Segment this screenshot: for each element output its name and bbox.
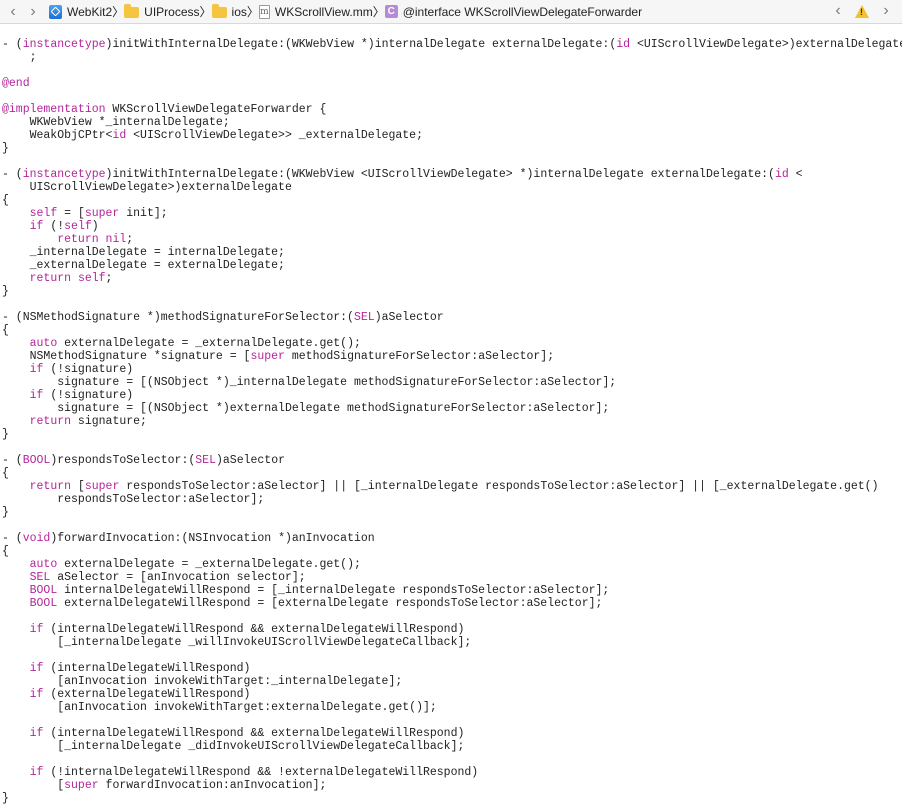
breadcrumb-label: UIProcess xyxy=(144,4,200,19)
code-line[interactable]: auto externalDelegate = _externalDelegat… xyxy=(0,337,902,350)
chevron-right-icon[interactable]: › xyxy=(23,1,43,23)
objc-file-icon: m xyxy=(258,4,270,19)
breadcrumb-label: @interface WKScrollViewDelegateForwarder xyxy=(402,4,643,19)
code-line[interactable]: } xyxy=(0,792,902,805)
xcode-project-icon xyxy=(49,4,62,19)
code-line[interactable]: ​ xyxy=(0,610,902,623)
code-line[interactable]: - (instancetype)initWithInternalDelegate… xyxy=(0,38,902,51)
code-line[interactable]: respondsToSelector:aSelector]; xyxy=(0,493,902,506)
breadcrumb-separator-icon: 〉 xyxy=(372,5,385,19)
code-line[interactable]: ​ xyxy=(0,155,902,168)
breadcrumb-separator-icon: 〉 xyxy=(199,5,212,19)
breadcrumb-separator-icon: 〉 xyxy=(246,5,259,19)
code-line[interactable]: if (externalDelegateWillRespond) xyxy=(0,688,902,701)
code-line[interactable]: BOOL internalDelegateWillRespond = [_int… xyxy=(0,584,902,597)
chevron-left-icon[interactable]: ‹ xyxy=(828,0,848,22)
code-line[interactable]: ​ xyxy=(0,298,902,311)
code-editor[interactable]: ​- (instancetype)initWithInternalDelegat… xyxy=(0,25,902,807)
code-line[interactable]: ​ xyxy=(0,90,902,103)
code-line[interactable]: if (internalDelegateWillRespond) xyxy=(0,662,902,675)
code-line[interactable]: UIScrollViewDelegate>)externalDelegate xyxy=(0,181,902,194)
breadcrumb-label: ios xyxy=(231,4,247,19)
code-line[interactable]: if (!internalDelegateWillRespond && !ext… xyxy=(0,766,902,779)
code-line[interactable]: NSMethodSignature *signature = [super me… xyxy=(0,350,902,363)
code-line[interactable]: ​ xyxy=(0,649,902,662)
breadcrumb-item[interactable]: C @interface WKScrollViewDelegateForwarde… xyxy=(384,1,643,23)
breadcrumb-item[interactable]: WebKit2 xyxy=(49,1,112,23)
code-line[interactable]: { xyxy=(0,545,902,558)
code-line[interactable]: - (void)forwardInvocation:(NSInvocation … xyxy=(0,532,902,545)
code-line[interactable]: { xyxy=(0,194,902,207)
code-line[interactable]: [anInvocation invokeWithTarget:externalD… xyxy=(0,701,902,714)
code-line[interactable]: @implementation WKScrollViewDelegateForw… xyxy=(0,103,902,116)
chevron-left-icon[interactable]: ‹ xyxy=(3,1,23,23)
code-line[interactable]: _internalDelegate = internalDelegate; xyxy=(0,246,902,259)
code-line[interactable]: if (!signature) xyxy=(0,389,902,402)
jump-bar-right-controls: ‹ ! › xyxy=(828,0,896,22)
code-line[interactable]: signature = [(NSObject *)_internalDelega… xyxy=(0,376,902,389)
code-line[interactable]: [_internalDelegate _didInvokeUIScrollVie… xyxy=(0,740,902,753)
breadcrumb-item[interactable]: ios xyxy=(211,1,247,23)
code-line[interactable]: SEL aSelector = [anInvocation selector]; xyxy=(0,571,902,584)
code-line[interactable]: if (!signature) xyxy=(0,363,902,376)
jump-bar: ‹ › WebKit2 〉 UIProcess 〉 ios 〉 m WKScrollView.… xyxy=(0,0,902,24)
breadcrumb-item[interactable]: m WKScrollView.mm xyxy=(258,1,373,23)
code-line[interactable]: } xyxy=(0,506,902,519)
code-line[interactable]: ​ xyxy=(0,64,902,77)
code-line[interactable]: auto externalDelegate = _externalDelegat… xyxy=(0,558,902,571)
code-line[interactable]: WeakObjCPtr<id <UIScrollViewDelegate>> _… xyxy=(0,129,902,142)
code-line[interactable]: ​ xyxy=(0,25,902,38)
breadcrumb: WebKit2 〉 UIProcess 〉 ios 〉 m WKScrollView.mm 〉 C… xyxy=(49,1,642,23)
code-line[interactable]: [_internalDelegate _willInvokeUIScrollVi… xyxy=(0,636,902,649)
folder-icon xyxy=(124,4,140,18)
code-line[interactable]: } xyxy=(0,142,902,155)
breadcrumb-separator-icon: 〉 xyxy=(112,5,125,19)
code-line[interactable]: ​ xyxy=(0,753,902,766)
code-line[interactable]: - (instancetype)initWithInternalDelegate… xyxy=(0,168,902,181)
code-line[interactable]: _externalDelegate = externalDelegate; xyxy=(0,259,902,272)
code-line[interactable]: [anInvocation invokeWithTarget:_internal… xyxy=(0,675,902,688)
code-line[interactable]: if (internalDelegateWillRespond && exter… xyxy=(0,623,902,636)
code-line[interactable]: return signature; xyxy=(0,415,902,428)
code-line[interactable]: BOOL externalDelegateWillRespond = [exte… xyxy=(0,597,902,610)
code-line[interactable]: { xyxy=(0,467,902,480)
code-line[interactable]: - (BOOL)respondsToSelector:(SEL)aSelecto… xyxy=(0,454,902,467)
code-line[interactable]: { xyxy=(0,324,902,337)
code-line[interactable]: signature = [(NSObject *)externalDelegat… xyxy=(0,402,902,415)
code-line[interactable]: WKWebView *_internalDelegate; xyxy=(0,116,902,129)
code-line[interactable]: if (internalDelegateWillRespond && exter… xyxy=(0,727,902,740)
code-line[interactable]: ​ xyxy=(0,714,902,727)
folder-icon xyxy=(211,4,227,18)
code-line[interactable]: } xyxy=(0,285,902,298)
chevron-right-icon[interactable]: › xyxy=(876,0,896,22)
breadcrumb-item[interactable]: UIProcess xyxy=(124,1,200,23)
breadcrumb-label: WKScrollView.mm xyxy=(274,4,373,19)
code-line[interactable]: return self; xyxy=(0,272,902,285)
code-line[interactable]: ​ xyxy=(0,519,902,532)
code-line[interactable]: @end xyxy=(0,77,902,90)
code-line[interactable]: self = [super init]; xyxy=(0,207,902,220)
code-line[interactable]: ​ xyxy=(0,441,902,454)
code-line[interactable]: [super forwardInvocation:anInvocation]; xyxy=(0,779,902,792)
class-icon: C xyxy=(384,5,398,18)
breadcrumb-label: WebKit2 xyxy=(67,4,113,19)
code-line[interactable]: - (NSMethodSignature *)methodSignatureFo… xyxy=(0,311,902,324)
code-line[interactable]: return [super respondsToSelector:aSelect… xyxy=(0,480,902,493)
code-line[interactable]: return nil; xyxy=(0,233,902,246)
code-line[interactable]: } xyxy=(0,428,902,441)
warning-icon[interactable]: ! xyxy=(855,4,869,18)
code-line[interactable]: ; xyxy=(0,51,902,64)
code-line[interactable]: if (!self) xyxy=(0,220,902,233)
